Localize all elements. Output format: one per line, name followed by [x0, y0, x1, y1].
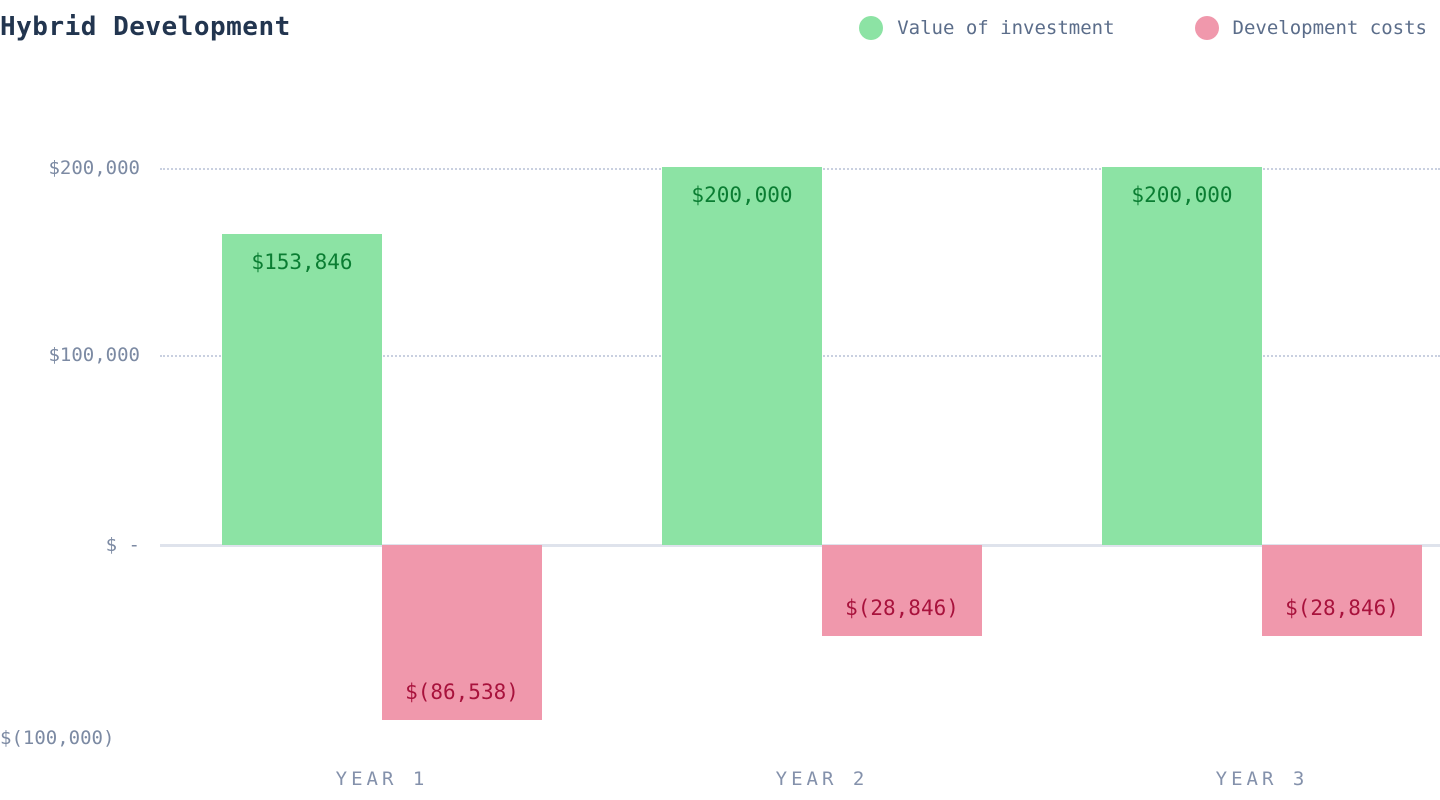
- bar-value-of-investment-year-3[interactable]: $200,000: [1102, 167, 1262, 545]
- x-tick-year-1: YEAR 1: [335, 768, 429, 790]
- bar-label-development-costs-year-3: $(28,846): [1285, 596, 1399, 620]
- bar-value-of-investment-year-2[interactable]: $200,000: [662, 167, 822, 545]
- y-tick-200000: $200,000: [48, 157, 140, 179]
- bar-label-development-costs-year-1: $(86,538): [405, 680, 519, 704]
- bar-development-costs-year-3[interactable]: $(28,846): [1262, 545, 1422, 636]
- x-tick-year-2: YEAR 2: [775, 768, 869, 790]
- x-tick-year-3: YEAR 3: [1215, 768, 1309, 790]
- y-tick-100000: $100,000: [48, 344, 140, 366]
- bar-label-value-of-investment-year-2: $200,000: [691, 183, 793, 207]
- chart-page: Hybrid Development Value of investment D…: [0, 0, 1440, 800]
- bar-value-of-investment-year-1[interactable]: $153,846: [222, 234, 382, 545]
- bar-development-costs-year-1[interactable]: $(86,538): [382, 545, 542, 720]
- bar-label-value-of-investment-year-1: $153,846: [251, 250, 353, 274]
- bar-label-development-costs-year-2: $(28,846): [845, 596, 959, 620]
- y-tick-zero: $ -: [105, 534, 140, 556]
- y-tick-negative-100000: $(100,000): [0, 727, 115, 749]
- bar-development-costs-year-2[interactable]: $(28,846): [822, 545, 982, 636]
- plot-area: $200,000 $100,000 $ - $(100,000) $153,84…: [0, 0, 1440, 800]
- bar-label-value-of-investment-year-3: $200,000: [1131, 183, 1233, 207]
